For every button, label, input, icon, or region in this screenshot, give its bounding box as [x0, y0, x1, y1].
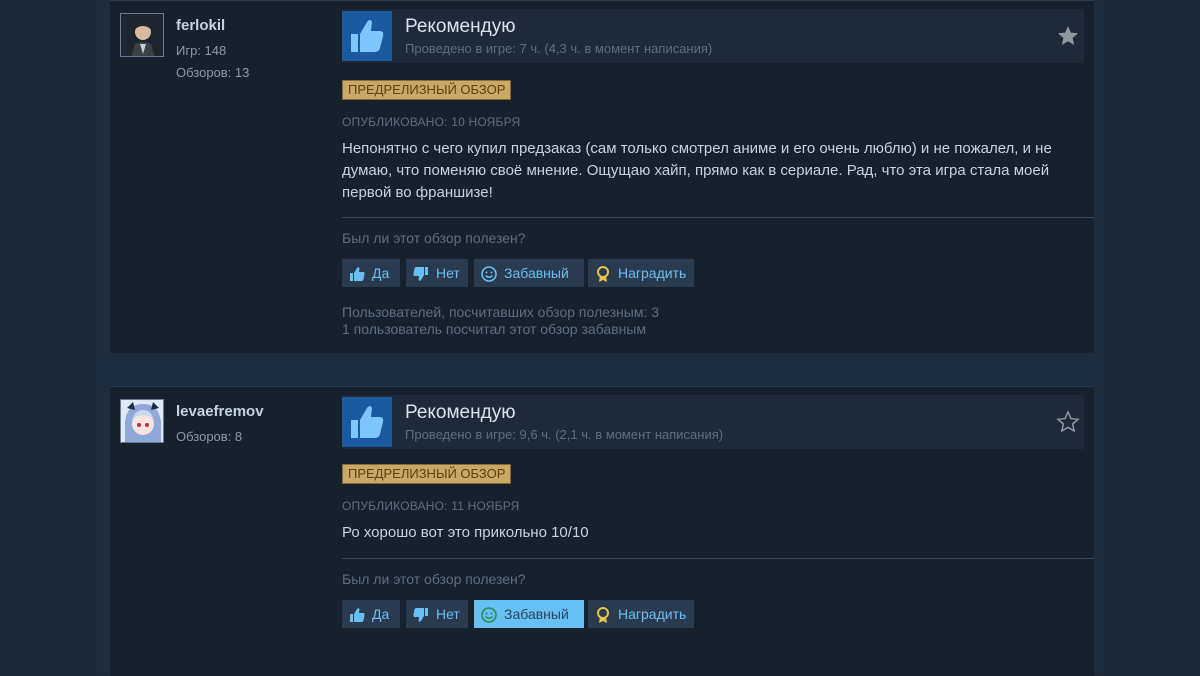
posted-date: ОПУБЛИКОВАНО: 11 НОЯБРЯ [342, 499, 520, 513]
vote-no-button[interactable]: Нет [406, 259, 468, 287]
review-card: ferlokil Игр: 148 Обзоров: 13 Рекомендую… [110, 0, 1094, 353]
award-button[interactable]: Наградить [588, 259, 694, 287]
helpful-count: Пользователей, посчитавших обзор полезны… [342, 304, 660, 320]
vote-no-label: Нет [436, 265, 460, 281]
author-name[interactable]: ferlokil [176, 17, 225, 34]
thumbs-down-icon [412, 605, 430, 623]
thumbs-up-icon [342, 397, 392, 447]
thumbs-up-icon [348, 264, 366, 282]
thumbs-up-icon [348, 605, 366, 623]
award-button[interactable]: Наградить [588, 600, 694, 628]
helpful-question: Был ли этот обзор полезен? [342, 571, 526, 587]
divider [342, 217, 1094, 218]
award-ribbon-icon [594, 264, 612, 282]
vote-yes-button[interactable]: Да [342, 259, 400, 287]
award-label: Наградить [618, 265, 687, 281]
divider [342, 558, 1094, 559]
avatar[interactable] [120, 13, 164, 57]
recommendation-title: Рекомендую [405, 402, 516, 423]
award-label: Наградить [618, 606, 687, 622]
review-content: Ро хорошо вот это прикольно 10/10 [342, 524, 589, 541]
posted-date: ОПУБЛИКОВАНО: 10 НОЯБРЯ [342, 115, 521, 129]
review-header[interactable]: Рекомендую Проведено в игре: 9,6 ч. (2,1… [342, 395, 1084, 449]
vote-funny-button[interactable]: Забавный [474, 259, 584, 287]
author-games-count[interactable]: Игр: 148 [176, 43, 226, 58]
thumbs-up-icon [342, 11, 392, 61]
author-name[interactable]: levaefremov [176, 403, 264, 420]
vote-funny-label: Забавный [504, 606, 569, 622]
smiley-icon [480, 264, 498, 282]
vote-no-button[interactable]: Нет [406, 600, 468, 628]
thumbs-down-icon [412, 264, 430, 282]
review-card: levaefremov Обзоров: 8 Рекомендую Провед… [110, 386, 1094, 676]
avatar[interactable] [120, 399, 164, 443]
star-icon[interactable] [1056, 24, 1080, 48]
award-ribbon-icon [594, 605, 612, 623]
review-content: Непонятно с чего купил предзаказ (сам то… [342, 140, 1052, 201]
vote-yes-label: Да [372, 606, 390, 622]
vote-yes-label: Да [372, 265, 390, 281]
helpful-stats: Пользователей, посчитавших обзор полезны… [342, 304, 659, 338]
vote-funny-button[interactable]: Забавный [474, 600, 584, 628]
author-reviews-count[interactable]: Обзоров: 13 [176, 65, 249, 80]
vote-funny-label: Забавный [504, 265, 569, 281]
helpful-question: Был ли этот обзор полезен? [342, 230, 526, 246]
vote-yes-button[interactable]: Да [342, 600, 400, 628]
playtime: Проведено в игре: 7 ч. (4,3 ч. в момент … [405, 41, 713, 56]
review-header[interactable]: Рекомендую Проведено в игре: 7 ч. (4,3 ч… [342, 9, 1084, 63]
recommendation-title: Рекомендую [405, 16, 516, 37]
vote-no-label: Нет [436, 606, 460, 622]
early-access-badge: ПРЕДРЕЛИЗНЫЙ ОБЗОР [342, 80, 512, 100]
early-access-badge: ПРЕДРЕЛИЗНЫЙ ОБЗОР [342, 464, 512, 484]
smiley-icon [480, 605, 498, 623]
star-icon[interactable] [1056, 410, 1080, 434]
playtime: Проведено в игре: 9,6 ч. (2,1 ч. в момен… [405, 427, 724, 442]
funny-count: 1 пользователь посчитал этот обзор забав… [342, 321, 646, 337]
author-reviews-count[interactable]: Обзоров: 8 [176, 429, 242, 444]
